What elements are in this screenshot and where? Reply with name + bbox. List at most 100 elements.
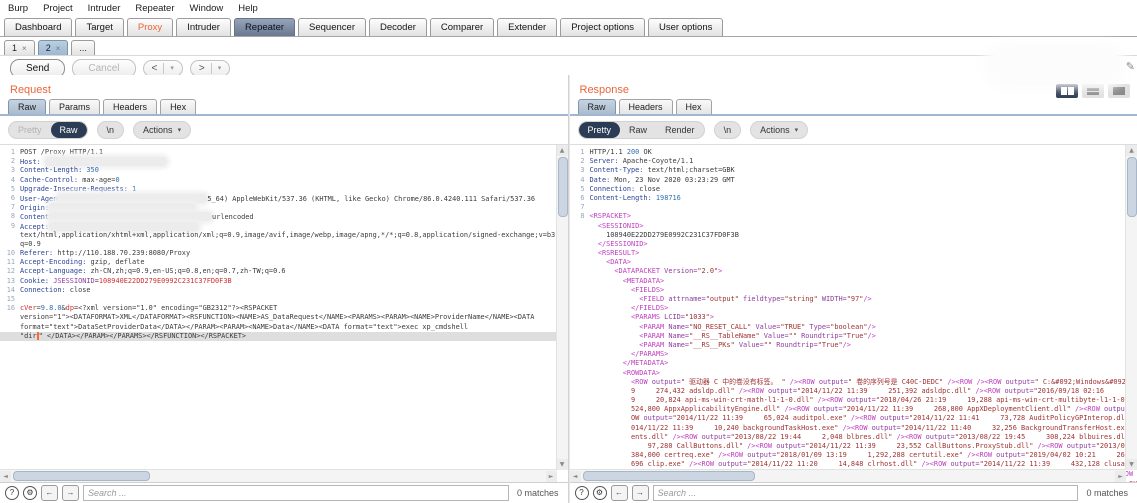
response-newline-button[interactable]: \n xyxy=(714,121,742,139)
search-input[interactable] xyxy=(653,485,1079,501)
close-icon[interactable]: × xyxy=(56,44,61,53)
tab-raw[interactable]: Raw xyxy=(8,99,46,114)
tab-hex[interactable]: Hex xyxy=(676,99,712,114)
search-next-button[interactable]: → xyxy=(632,485,649,501)
repeater-tab-1[interactable]: 1× xyxy=(4,40,35,55)
menu-project[interactable]: Project xyxy=(43,3,73,14)
search-next-button[interactable]: → xyxy=(62,485,79,501)
scroll-down-icon[interactable]: ▼ xyxy=(557,459,568,470)
tab-repeater[interactable]: Repeater xyxy=(234,18,295,36)
request-actions-button[interactable]: Actions ▾ xyxy=(133,121,191,139)
editor-line: 9 20,824 api-ms-win-crt-math-l1-1-0.dll"… xyxy=(570,396,1137,405)
editor-line: <METADATA> xyxy=(570,277,1137,286)
tab-decoder[interactable]: Decoder xyxy=(369,18,427,36)
editor-line: <DATA> xyxy=(570,258,1137,267)
chevron-down-icon[interactable]: ▾ xyxy=(218,64,222,72)
editor-line: 5Connection: close xyxy=(570,185,1137,194)
editor-line: 108940E22DD279E0992C231C37FD0F3B xyxy=(570,231,1137,240)
editor-line: <ROWDATA> xyxy=(570,369,1137,378)
tab-user-options[interactable]: User options xyxy=(648,18,723,36)
scroll-right-icon[interactable]: ► xyxy=(1115,471,1126,482)
search-prev-button[interactable]: ← xyxy=(611,485,628,501)
chevron-down-icon[interactable]: ▾ xyxy=(170,64,174,72)
repeater-tab-2[interactable]: 2× xyxy=(38,40,69,55)
scrollbar-thumb[interactable] xyxy=(1127,157,1137,217)
close-icon[interactable]: × xyxy=(22,44,27,53)
view-mode-pretty[interactable]: Pretty xyxy=(579,122,621,138)
response-actions-button[interactable]: Actions ▾ xyxy=(750,121,808,139)
scroll-left-icon[interactable]: ◄ xyxy=(570,471,581,482)
view-mode-raw[interactable]: Raw xyxy=(620,122,656,138)
request-editor[interactable]: 1POST /Proxy HTTP/1.12Host: 3Content-Len… xyxy=(0,144,568,482)
tab-headers[interactable]: Headers xyxy=(619,99,673,114)
editor-line: 6User-Agen5_64) AppleWebKit/537.36 (KHTM… xyxy=(0,194,568,203)
prev-request-button[interactable]: < ▾ xyxy=(143,60,183,77)
scroll-up-icon[interactable]: ▲ xyxy=(1126,145,1137,156)
menu-help[interactable]: Help xyxy=(238,3,258,14)
tab-project-options[interactable]: Project options xyxy=(560,18,645,36)
tab-sequencer[interactable]: Sequencer xyxy=(298,18,366,36)
scrollbar-thumb[interactable] xyxy=(13,471,150,481)
editor-line: <ROW output=" 驱动器 C 中的卷没有标签。 " /><ROW ou… xyxy=(570,378,1137,387)
editor-line: 5Upgrade-Insecure-Requests: 1 xyxy=(0,185,568,194)
view-mode-render[interactable]: Render xyxy=(656,122,704,138)
editor-line: 16cVer=9.8.0&dp=<?xml version="1.0" enco… xyxy=(0,304,568,313)
view-mode-pretty[interactable]: Pretty xyxy=(9,122,51,138)
editor-line: <SESSIONID> xyxy=(570,222,1137,231)
tab-intruder[interactable]: Intruder xyxy=(176,18,231,36)
gear-icon[interactable]: ⚙ xyxy=(593,486,607,500)
layout-stacked-icon[interactable] xyxy=(1082,84,1104,98)
response-vertical-scrollbar[interactable]: ▲ ▼ xyxy=(1125,145,1137,470)
response-editor[interactable]: 1HTTP/1.1 200 OK2Server: Apache-Coyote/1… xyxy=(570,144,1137,482)
tab-dashboard[interactable]: Dashboard xyxy=(4,18,72,36)
actions-label: Actions xyxy=(760,125,790,135)
tab-raw[interactable]: Raw xyxy=(578,99,616,114)
repeater-tab-bar: 1×2×... xyxy=(0,37,1137,56)
editor-line: </FIELDS> xyxy=(570,304,1137,313)
layout-single-icon[interactable] xyxy=(1108,84,1130,98)
menu-intruder[interactable]: Intruder xyxy=(88,3,121,14)
menu-repeater[interactable]: Repeater xyxy=(135,3,174,14)
editor-line: <PARAMS LCID="1033"> xyxy=(570,313,1137,322)
request-view-group: PrettyRaw xyxy=(8,121,88,139)
tab-proxy[interactable]: Proxy xyxy=(127,18,173,36)
editor-line: version="1"><DATAFORMAT>XML</DATAFORMAT>… xyxy=(0,313,568,322)
help-icon[interactable]: ? xyxy=(5,486,19,500)
search-input[interactable] xyxy=(83,485,509,501)
tab-target[interactable]: Target xyxy=(75,18,123,36)
tab-params[interactable]: Params xyxy=(49,99,100,114)
request-horizontal-scrollbar[interactable]: ◄ ► xyxy=(0,469,557,482)
scroll-down-icon[interactable]: ▼ xyxy=(1126,459,1137,470)
next-request-button[interactable]: > ▾ xyxy=(190,60,230,77)
response-horizontal-scrollbar[interactable]: ◄ ► xyxy=(570,469,1127,482)
edit-target-pencil-icon[interactable]: ✎ xyxy=(1126,60,1135,73)
editor-line: </PARAMS> xyxy=(570,350,1137,359)
editor-line: 014/11/22 11:39 10,240 backgroundTaskHos… xyxy=(570,424,1137,433)
layout-side-by-side-icon[interactable] xyxy=(1056,84,1078,98)
request-newline-button[interactable]: \n xyxy=(97,121,125,139)
response-search-bar: ? ⚙ ← → 0 matches xyxy=(570,482,1137,503)
back-arrow-icon: < xyxy=(152,63,158,74)
request-tabs: RawParamsHeadersHex xyxy=(0,99,568,116)
tab-hex[interactable]: Hex xyxy=(160,99,196,114)
request-vertical-scrollbar[interactable]: ▲ ▼ xyxy=(556,145,568,470)
menu-burp[interactable]: Burp xyxy=(8,3,28,14)
newline-label: \n xyxy=(107,125,115,135)
tab-headers[interactable]: Headers xyxy=(103,99,157,114)
search-prev-button[interactable]: ← xyxy=(41,485,58,501)
repeater-tab-...[interactable]: ... xyxy=(71,40,95,55)
tab-extender[interactable]: Extender xyxy=(497,18,557,36)
scroll-up-icon[interactable]: ▲ xyxy=(557,145,568,156)
scrollbar-thumb[interactable] xyxy=(583,471,755,481)
tab-comparer[interactable]: Comparer xyxy=(430,18,494,36)
editor-line: text/html,application/xhtml+xml,applicat… xyxy=(0,231,568,240)
gear-icon[interactable]: ⚙ xyxy=(23,486,37,500)
scroll-right-icon[interactable]: ► xyxy=(546,471,557,482)
view-mode-raw[interactable]: Raw xyxy=(51,122,87,138)
scrollbar-thumb[interactable] xyxy=(558,157,568,217)
help-icon[interactable]: ? xyxy=(575,486,589,500)
redacted-target-info xyxy=(991,50,1119,80)
scroll-left-icon[interactable]: ◄ xyxy=(0,471,11,482)
menu-window[interactable]: Window xyxy=(190,3,224,14)
response-lines: 1HTTP/1.1 200 OK2Server: Apache-Coyote/1… xyxy=(570,148,1137,482)
